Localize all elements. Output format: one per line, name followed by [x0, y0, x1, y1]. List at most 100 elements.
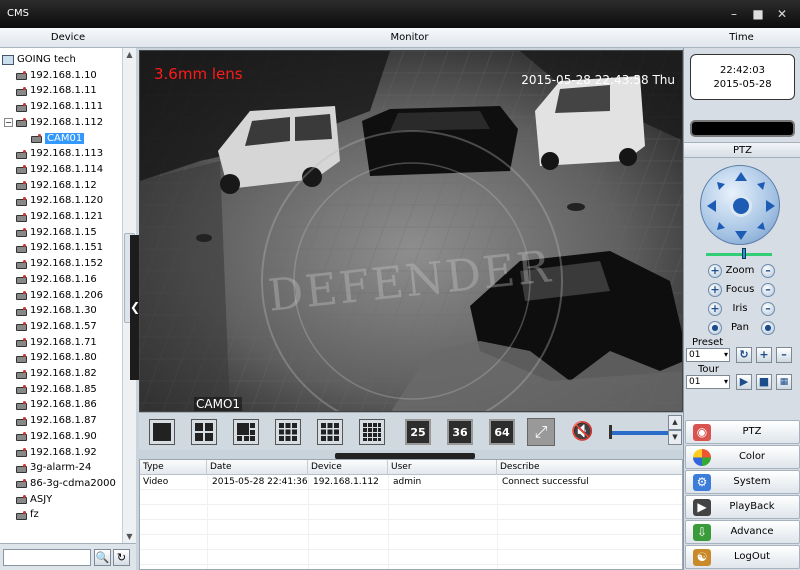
- tree-item-device[interactable]: 192.168.1.57: [4, 319, 97, 334]
- tour-stop-button[interactable]: ■: [756, 374, 772, 390]
- tree-item-device[interactable]: 192.168.1.151: [4, 240, 103, 255]
- menu-logout-label: LogOut: [734, 551, 770, 562]
- layout-25-button[interactable]: 25: [405, 419, 431, 445]
- tree-item-device[interactable]: 86-3g-cdma2000: [4, 476, 116, 491]
- tree-item-device[interactable]: 192.168.1.87: [4, 413, 97, 428]
- fullscreen-button[interactable]: ⤢: [527, 418, 555, 446]
- iris-minus-button[interactable]: –: [761, 302, 775, 316]
- minimize-button[interactable]: –: [726, 7, 742, 21]
- tour-select[interactable]: 01: [686, 375, 730, 389]
- refresh-cycle-icon: ↻: [739, 348, 749, 361]
- mute-button[interactable]: 🔇: [571, 421, 593, 442]
- ptz-joystick[interactable]: [700, 165, 780, 245]
- refresh-button[interactable]: ↻: [113, 549, 130, 566]
- tree-item-device[interactable]: 192.168.1.86: [4, 397, 97, 412]
- tree-item-camera[interactable]: CAM01: [30, 131, 85, 146]
- maximize-button[interactable]: ■: [750, 7, 766, 21]
- tree-item-device[interactable]: 192.168.1.121: [4, 209, 103, 224]
- tree-item-device[interactable]: 192.168.1.206: [4, 288, 103, 303]
- menu-color-label: Color: [738, 451, 766, 462]
- volume-slider[interactable]: [609, 431, 669, 435]
- layout-64-button[interactable]: 64: [489, 419, 515, 445]
- layout-9-button[interactable]: [317, 419, 343, 445]
- camera-icon: [15, 337, 27, 348]
- tree-item-device[interactable]: 192.168.1.114: [4, 162, 103, 177]
- layout-8-button[interactable]: [275, 419, 301, 445]
- menu-playback-button[interactable]: ▶ PlayBack: [685, 495, 800, 519]
- layout-9-icon: [321, 423, 339, 441]
- spin-up-icon[interactable]: ▲: [668, 415, 682, 430]
- tree-item-device[interactable]: 192.168.1.80: [4, 350, 97, 365]
- volume-slider-thumb[interactable]: [609, 425, 612, 439]
- camera-icon: [15, 431, 27, 442]
- tree-item-device[interactable]: − 192.168.1.112: [4, 115, 103, 130]
- menu-color-button[interactable]: Color: [685, 445, 800, 469]
- tree-item-device[interactable]: 192.168.1.85: [4, 382, 97, 397]
- log-header-type[interactable]: Type: [140, 460, 207, 475]
- tree-item-device[interactable]: 192.168.1.120: [4, 193, 103, 208]
- camera-feed-image: [140, 51, 682, 411]
- tree-item-device[interactable]: 192.168.1.10: [4, 68, 97, 83]
- layout-6-button[interactable]: [233, 419, 259, 445]
- tree-item-device[interactable]: 192.168.1.111: [4, 99, 103, 114]
- tree-item-device[interactable]: 192.168.1.90: [4, 429, 97, 444]
- tree-item-device[interactable]: 192.168.1.82: [4, 366, 97, 381]
- layout-16-button[interactable]: [359, 419, 385, 445]
- layout-1-button[interactable]: [149, 419, 175, 445]
- tree-item-device[interactable]: 192.168.1.152: [4, 256, 103, 271]
- focus-minus-button[interactable]: –: [761, 283, 775, 297]
- table-row[interactable]: Video 2015-05-28 22:41:36 192.168.1.112 …: [140, 475, 682, 490]
- camera-icon: [30, 133, 42, 143]
- menu-ptz-button[interactable]: ◉ PTZ: [685, 420, 800, 444]
- zoom-out-button[interactable]: –: [761, 264, 775, 278]
- layout-4-button[interactable]: [191, 419, 217, 445]
- panel-collapse-handle[interactable]: ❮: [130, 235, 140, 380]
- tree-item-device[interactable]: 192.168.1.92: [4, 445, 97, 460]
- ptz-center-button[interactable]: [730, 195, 752, 217]
- tree-item-device[interactable]: 192.168.1.11: [4, 83, 97, 98]
- preset-add-button[interactable]: +: [756, 347, 772, 363]
- device-search-input[interactable]: [3, 549, 91, 566]
- spin-down-icon[interactable]: ▼: [668, 430, 682, 445]
- tree-item-device[interactable]: 192.168.1.71: [4, 335, 97, 350]
- search-button[interactable]: 🔍: [94, 549, 111, 566]
- preset-delete-button[interactable]: –: [776, 347, 792, 363]
- tree-item-label: fz: [30, 509, 39, 521]
- video-view[interactable]: DEFENDER 3.6mm lens 2015-05-28 22:43:58 …: [139, 50, 683, 412]
- toolbar-spinner[interactable]: ▲ ▼: [668, 415, 682, 447]
- ptz-speed-thumb[interactable]: [742, 248, 746, 259]
- tour-play-button[interactable]: ▶: [736, 374, 752, 390]
- menu-system-button[interactable]: ⚙ System: [685, 470, 800, 494]
- menu-logout-button[interactable]: ☯ LogOut: [685, 545, 800, 569]
- ptz-section-header: PTZ: [684, 142, 800, 158]
- ptz-speed-slider[interactable]: [706, 253, 772, 256]
- pan-stop-button[interactable]: ●: [761, 321, 775, 335]
- tree-item-label: 192.168.1.11: [30, 85, 97, 97]
- tree-item-label: 192.168.1.30: [30, 305, 97, 317]
- scroll-down-icon[interactable]: ▼: [125, 532, 134, 541]
- layout-36-button[interactable]: 36: [447, 419, 473, 445]
- tree-item-device[interactable]: 192.168.1.16: [4, 272, 97, 287]
- log-header-device[interactable]: Device: [308, 460, 388, 475]
- tree-item-device[interactable]: ASJY: [4, 492, 52, 507]
- log-header-describe[interactable]: Describe: [497, 460, 682, 475]
- tree-item-device[interactable]: 192.168.1.30: [4, 303, 97, 318]
- preset-select[interactable]: 01: [686, 348, 730, 362]
- scroll-up-icon[interactable]: ▲: [125, 50, 134, 59]
- tree-item-device[interactable]: fz: [4, 507, 39, 522]
- tree-root[interactable]: GOING tech: [2, 52, 76, 67]
- preset-call-button[interactable]: ↻: [736, 347, 752, 363]
- layout-6-icon: [237, 423, 255, 441]
- tree-item-device[interactable]: 192.168.1.12: [4, 178, 97, 193]
- collapse-icon[interactable]: −: [4, 117, 13, 127]
- tree-item-device[interactable]: 192.168.1.15: [4, 225, 97, 240]
- log-header-date[interactable]: Date: [207, 460, 308, 475]
- tree-item-device[interactable]: 192.168.1.113: [4, 146, 103, 161]
- close-button[interactable]: ✕: [774, 7, 790, 21]
- menu-advance-button[interactable]: ⇩ Advance: [685, 520, 800, 544]
- play-icon: ▶: [739, 375, 749, 388]
- tour-grid-button[interactable]: ▦: [776, 374, 792, 390]
- tree-item-label: 192.168.1.82: [30, 368, 97, 379]
- tree-item-device[interactable]: 3g-alarm-24: [4, 460, 91, 475]
- log-header-user[interactable]: User: [388, 460, 497, 475]
